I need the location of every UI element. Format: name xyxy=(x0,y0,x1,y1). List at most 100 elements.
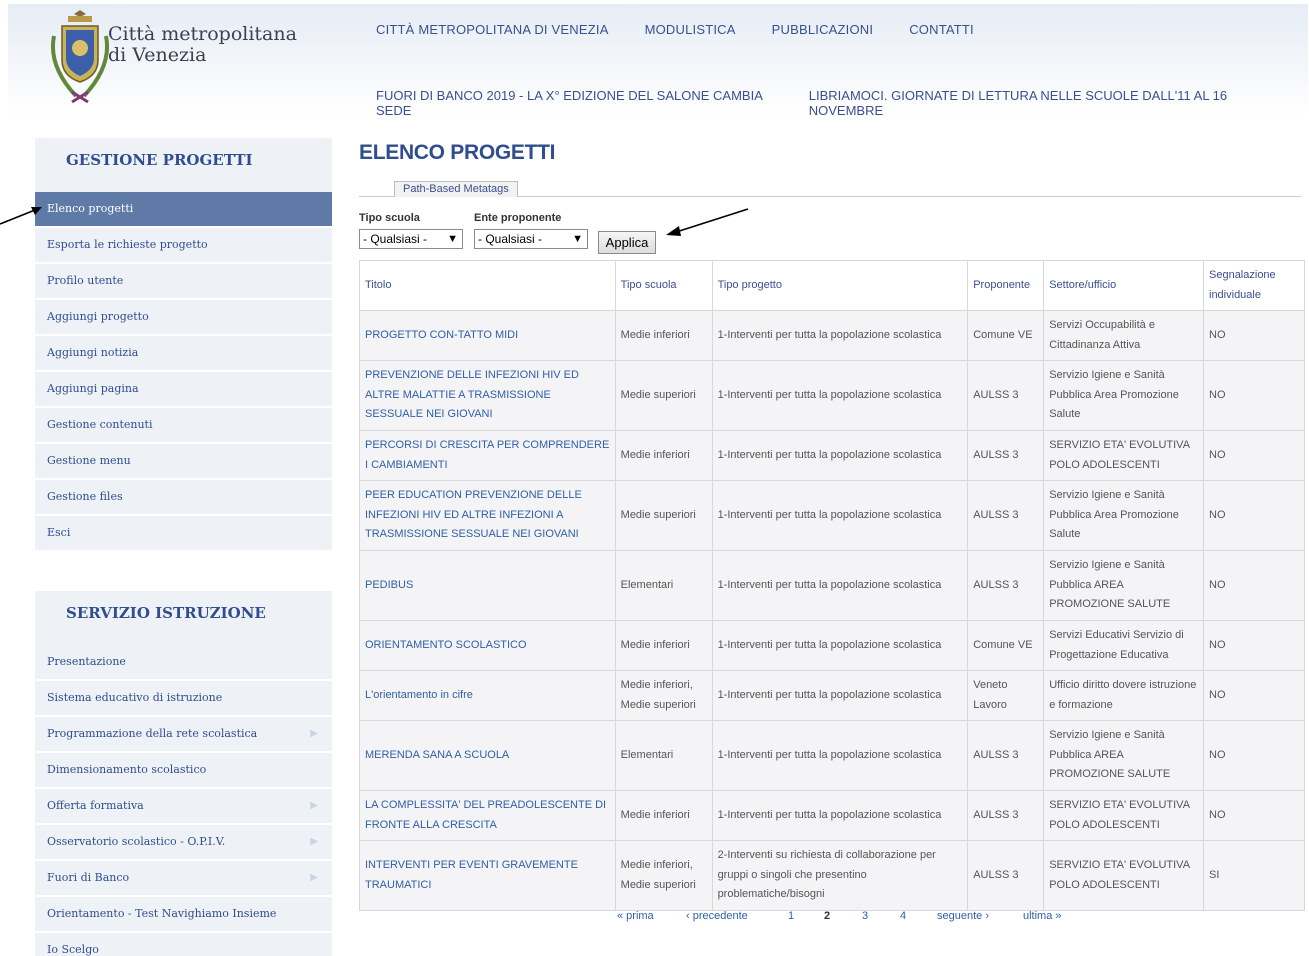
column-header-settore-ufficio[interactable]: Settore/ufficio xyxy=(1043,260,1204,311)
annotation-arrow-icon xyxy=(0,207,42,225)
cell-segnalazione: NO xyxy=(1203,620,1305,671)
project-title-link[interactable]: PEER EDUCATION PREVENZIONE DELLE INFEZIO… xyxy=(359,480,616,551)
cell-tipo-scuola: Elementari xyxy=(614,550,713,621)
sidebar-item-esporta-richieste[interactable]: Esporta le richieste progetto xyxy=(35,228,332,264)
site-name[interactable]: Città metropolitana di Venezia xyxy=(108,24,297,66)
pager-page-link[interactable]: 3 xyxy=(862,910,868,922)
sidebar-item-gestione-contenuti[interactable]: Gestione contenuti xyxy=(35,408,332,444)
sidebar-item-label: Fuori di Banco xyxy=(47,871,130,884)
cell-tipo-progetto: 1-Interventi per tutta la popolazione sc… xyxy=(711,430,969,481)
project-title-link[interactable]: PEDIBUS xyxy=(359,550,616,621)
table-row: PEER EDUCATION PREVENZIONE DELLE INFEZIO… xyxy=(359,480,1305,551)
pager-first-link[interactable]: « prima xyxy=(617,910,654,922)
tab-path-based-metatags[interactable]: Path-Based Metatags xyxy=(394,181,518,197)
cell-tipo-scuola: Medie inferiori, Medie superiori xyxy=(614,840,713,911)
sidebar-title: SERVIZIO ISTRUZIONE xyxy=(66,604,266,622)
select-value: - Qualsiasi - xyxy=(363,232,428,246)
column-header-titolo[interactable]: Titolo xyxy=(359,260,616,311)
nav-pubblicazioni[interactable]: PUBBLICAZIONI xyxy=(772,22,874,37)
table-row: PREVENZIONE DELLE INFEZIONI HIV ED ALTRE… xyxy=(359,360,1305,431)
nav-contatti[interactable]: CONTATTI xyxy=(909,22,974,37)
filter-ente-proponente-select[interactable]: - Qualsiasi - ▼ xyxy=(474,229,588,249)
filter-tipo-scuola-select[interactable]: - Qualsiasi - ▼ xyxy=(359,229,463,249)
apply-button[interactable]: Applica xyxy=(598,231,656,254)
cell-proponente: AULSS 3 xyxy=(967,720,1045,791)
cell-tipo-scuola: Medie inferiori xyxy=(614,790,713,841)
sidebar-item-offerta-formativa[interactable]: Offerta formativa ▶ xyxy=(35,789,332,825)
cell-tipo-scuola: Medie inferiori xyxy=(614,430,713,481)
nav-modulistica[interactable]: MODULISTICA xyxy=(645,22,736,37)
cell-segnalazione: NO xyxy=(1203,480,1305,551)
column-header-tipo-progetto[interactable]: Tipo progetto xyxy=(711,260,969,311)
cell-tipo-progetto: 1-Interventi per tutta la popolazione sc… xyxy=(711,550,969,621)
cell-segnalazione: SI xyxy=(1203,840,1305,911)
sidebar-item-label: Dimensionamento scolastico xyxy=(47,763,207,776)
news-link[interactable]: FUORI DI BANCO 2019 - LA X° EDIZIONE DEL… xyxy=(376,88,773,118)
site-name-line2: di Venezia xyxy=(108,44,207,66)
sidebar-item-osservatorio[interactable]: Osservatorio scolastico - O.P.I.V. ▶ xyxy=(35,825,332,861)
sidebar-item-aggiungi-pagina[interactable]: Aggiungi pagina xyxy=(35,372,332,408)
sidebar-item-label: Sistema educativo di istruzione xyxy=(47,691,223,704)
pager-next-link[interactable]: seguente › xyxy=(937,910,989,922)
city-coat-of-arms-logo[interactable] xyxy=(46,6,114,108)
pager-last-link[interactable]: ultima » xyxy=(1023,910,1062,922)
cell-proponente: Veneto Lavoro xyxy=(967,670,1045,721)
sidebar-item-gestione-files[interactable]: Gestione files xyxy=(35,480,332,516)
news-link[interactable]: LIBRIAMOCI. GIORNATE DI LETTURA NELLE SC… xyxy=(809,88,1272,118)
sidebar-item-aggiungi-notizia[interactable]: Aggiungi notizia xyxy=(35,336,332,372)
sidebar-item-label: Presentazione xyxy=(47,655,126,668)
project-title-link[interactable]: MERENDA SANA A SCUOLA xyxy=(359,720,616,791)
news-ticker: FUORI DI BANCO 2019 - LA X° EDIZIONE DEL… xyxy=(376,88,1308,118)
cell-segnalazione: NO xyxy=(1203,790,1305,841)
project-title-link[interactable]: L'orientamento in cifre xyxy=(359,670,616,721)
sidebar-item-gestione-menu[interactable]: Gestione menu xyxy=(35,444,332,480)
project-title-link[interactable]: ORIENTAMENTO SCOLASTICO xyxy=(359,620,616,671)
cell-settore: SERVIZIO ETA' EVOLUTIVA POLO ADOLESCENTI xyxy=(1043,430,1204,481)
pager-page-link[interactable]: 1 xyxy=(788,910,794,922)
cell-tipo-progetto: 1-Interventi per tutta la popolazione sc… xyxy=(711,620,969,671)
sidebar-item-aggiungi-progetto[interactable]: Aggiungi progetto xyxy=(35,300,332,336)
sidebar-item-esci[interactable]: Esci xyxy=(35,516,332,552)
sidebar-item-profilo-utente[interactable]: Profilo utente xyxy=(35,264,332,300)
sidebar-item-presentazione[interactable]: Presentazione xyxy=(35,645,332,681)
projects-table: Titolo Tipo scuola Tipo progetto Propone… xyxy=(359,260,1305,911)
cell-proponente: AULSS 3 xyxy=(967,550,1045,621)
project-title-link[interactable]: PROGETTO CON-TATTO MIDI xyxy=(359,310,616,361)
column-header-segnalazione[interactable]: Segnalazione individuale xyxy=(1203,260,1305,311)
project-title-link[interactable]: PREVENZIONE DELLE INFEZIONI HIV ED ALTRE… xyxy=(359,360,616,431)
sidebar-item-label: Offerta formativa xyxy=(47,799,144,812)
cell-proponente: AULSS 3 xyxy=(967,480,1045,551)
project-title-link[interactable]: LA COMPLESSITA' DEL PREADOLESCENTE DI FR… xyxy=(359,790,616,841)
sidebar-item-orientamento-test[interactable]: Orientamento - Test Navighiamo Insieme xyxy=(35,897,332,933)
cell-tipo-scuola: Medie inferiori xyxy=(614,620,713,671)
cell-tipo-progetto: 1-Interventi per tutta la popolazione sc… xyxy=(711,790,969,841)
column-header-tipo-scuola[interactable]: Tipo scuola xyxy=(614,260,713,311)
nav-citta-metropolitana[interactable]: CITTÀ METROPOLITANA DI VENEZIA xyxy=(376,22,609,37)
project-title-link[interactable]: PERCORSI DI CRESCITA PER COMPRENDERE I C… xyxy=(359,430,616,481)
table-header-row: Titolo Tipo scuola Tipo progetto Propone… xyxy=(359,260,1305,311)
site-header: Città metropolitana di Venezia CITTÀ MET… xyxy=(8,4,1308,118)
sidebar-item-label: Io Scelgo xyxy=(47,943,99,956)
cell-tipo-scuola: Medie inferiori, Medie superiori xyxy=(614,670,713,721)
column-header-proponente[interactable]: Proponente xyxy=(967,260,1045,311)
sidebar-item-io-scelgo[interactable]: Io Scelgo xyxy=(35,933,332,956)
pager-previous-link[interactable]: ‹ precedente xyxy=(686,910,748,922)
cell-settore: SERVIZIO ETA' EVOLUTIVA POLO ADOLESCENTI xyxy=(1043,840,1204,911)
project-title-link[interactable]: INTERVENTI PER EVENTI GRAVEMENTE TRAUMAT… xyxy=(359,840,616,911)
sidebar-item-programmazione-rete[interactable]: Programmazione della rete scolastica ▶ xyxy=(35,717,332,753)
sidebar-item-dimensionamento[interactable]: Dimensionamento scolastico xyxy=(35,753,332,789)
table-row: L'orientamento in cifre Medie inferiori,… xyxy=(359,670,1305,721)
sidebar-item-fuori-di-banco[interactable]: Fuori di Banco ▶ xyxy=(35,861,332,897)
table-row: LA COMPLESSITA' DEL PREADOLESCENTE DI FR… xyxy=(359,790,1305,841)
submenu-arrow-icon: ▶ xyxy=(310,800,318,811)
page-title: ELENCO PROGETTI xyxy=(359,141,556,164)
sidebar-item-elenco-progetti[interactable]: Elenco progetti xyxy=(35,192,332,228)
cell-settore: Servizi Educativi Servizio di Progettazi… xyxy=(1043,620,1204,671)
pager-page-link[interactable]: 4 xyxy=(900,910,906,922)
pager-current-page: 2 xyxy=(824,910,831,922)
cell-settore: SERVIZIO ETA' EVOLUTIVA POLO ADOLESCENTI xyxy=(1043,790,1204,841)
table-row: PEDIBUS Elementari 1-Interventi per tutt… xyxy=(359,550,1305,621)
top-navigation: CITTÀ METROPOLITANA DI VENEZIA MODULISTI… xyxy=(376,22,1010,37)
sidebar-item-label: Osservatorio scolastico - O.P.I.V. xyxy=(47,835,226,848)
sidebar-item-sistema-educativo[interactable]: Sistema educativo di istruzione xyxy=(35,681,332,717)
